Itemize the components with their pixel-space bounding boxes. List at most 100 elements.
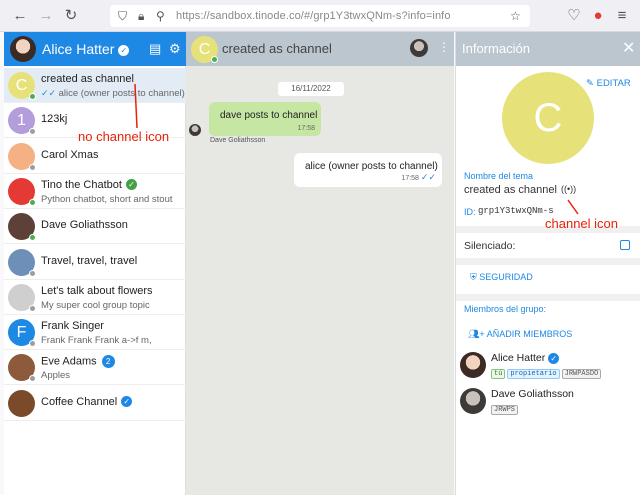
message-bubble[interactable]: alice (owner posts to channel) 17:58 ✓✓ <box>294 153 442 187</box>
muted-label: Silenciado: <box>464 240 516 252</box>
member-row[interactable]: Dave Goliathsson JRWPS <box>456 388 640 420</box>
avatar[interactable] <box>10 36 36 62</box>
permissions-icon[interactable]: ⚲ <box>156 9 165 23</box>
forward-icon[interactable]: → <box>38 8 54 24</box>
status-dot <box>29 375 36 383</box>
status-dot <box>29 269 36 277</box>
shield-icon[interactable]: ⛉ <box>118 9 127 24</box>
message-text: alice (owner posts to channel) <box>305 161 438 172</box>
contact-title: Dave Goliathsson <box>41 219 128 232</box>
chat-header: C created as channel ⋮ <box>186 32 454 66</box>
tag-permissions: JRWPASDO <box>561 369 602 379</box>
back-icon[interactable]: ← <box>12 8 28 24</box>
contact-item[interactable]: Tino the Chatbot ✓ Python chatbot, short a… <box>4 174 186 209</box>
member-tags: tú propietario JRWPASDO <box>491 366 603 379</box>
verified-icon: ✓ <box>548 352 560 364</box>
author-avatar <box>189 124 201 136</box>
contact-title: Tino the Chatbot ✓ <box>41 179 137 191</box>
gear-icon[interactable]: ⚙ <box>169 41 181 57</box>
contact-item[interactable]: Travel, travel, travel <box>4 245 186 280</box>
info-title: Información <box>462 41 530 56</box>
topic-name-label: Nombre del tema <box>464 171 534 181</box>
divider <box>456 258 640 265</box>
avatar <box>460 388 486 414</box>
contact-item[interactable]: Eve Adams 2 Apples <box>4 350 186 386</box>
browser-toolbar: ← → ↻ ⛉ 🔒︎ ⚲ https://sandbox.tinode.co/#… <box>0 0 640 32</box>
contact-item[interactable]: Ccreated as channel ✓✓ alice (owner posts… <box>4 68 186 103</box>
contact-title: Frank Singer <box>41 320 104 333</box>
verified-icon: ✓ <box>118 44 130 56</box>
message-text: dave posts to channel <box>220 110 318 121</box>
contact-subtitle: Frank Frank Frank a->f m, <box>41 335 152 347</box>
members-label: Miembros del grupo: <box>464 304 547 314</box>
online-status-dot <box>211 56 218 63</box>
contact-item[interactable]: Coffee Channel ✓ <box>4 386 186 421</box>
verified-icon: ✓ <box>125 179 137 191</box>
message-bubble[interactable]: dave posts to channel 17:58 <box>209 102 321 136</box>
address-bar[interactable]: ⛉ 🔒︎ ⚲ https://sandbox.tinode.co/#/grp1Y… <box>110 5 530 27</box>
bookmark-star-icon[interactable]: ☆ <box>510 9 521 23</box>
avatar <box>8 389 35 417</box>
info-header: Información ✕ <box>456 32 640 66</box>
status-dot <box>29 198 36 206</box>
status-dot <box>29 93 36 100</box>
annotation-channel-icon: channel icon <box>545 216 618 231</box>
muted-checkbox[interactable] <box>620 240 630 250</box>
sidebar-header: Alice Hatter ✓ ▤ ⚙ <box>4 32 186 66</box>
contact-subtitle: Python chatbot, short and stout <box>41 193 173 205</box>
status-dot <box>29 234 36 242</box>
peer-avatar[interactable] <box>410 39 428 57</box>
topic-id: grp1Y3twxQNm-s <box>478 206 554 216</box>
contact-title: Coffee Channel ✓ <box>41 396 133 408</box>
chat-title[interactable]: created as channel <box>222 41 332 56</box>
contact-title: 123kj <box>41 113 68 126</box>
member-name: Alice Hatter ✓ <box>491 352 560 364</box>
contact-subtitle: My super cool group topic <box>41 299 150 311</box>
edit-button[interactable]: ✎ EDITAR <box>586 78 631 89</box>
message-time: 17:58 <box>297 125 315 132</box>
unread-badge: 2 <box>101 355 115 369</box>
security-button[interactable]: ⛨ SEGURIDAD <box>470 272 533 283</box>
tag-you: tú <box>491 369 506 379</box>
member-name: Dave Goliathsson <box>491 388 574 400</box>
annotation-no-channel-icon: no channel icon <box>78 129 170 144</box>
new-chat-icon[interactable]: ▤ <box>149 41 161 57</box>
url-text[interactable]: https://sandbox.tinode.co/#/grp1Y3twxQNm… <box>176 10 451 22</box>
contact-title: Travel, travel, travel <box>41 254 138 267</box>
channel-icon: ((•)) <box>561 184 577 194</box>
tag-owner: propietario <box>507 369 560 379</box>
contact-item[interactable]: Let's talk about flowers My super cool gr… <box>4 280 186 315</box>
date-separator: 16/11/2022 <box>278 82 344 96</box>
info-panel: Información ✕ ✎ EDITAR C Nombre del tema… <box>455 32 640 495</box>
close-icon[interactable]: ✕ <box>622 38 635 58</box>
reload-icon[interactable]: ↻ <box>63 8 79 24</box>
user-name: Alice Hatter ✓ <box>42 41 130 57</box>
message-time: 17:58 ✓✓ <box>401 172 436 182</box>
member-tags: JRWPS <box>491 402 520 415</box>
status-dot <box>29 340 36 348</box>
avatar <box>460 352 486 378</box>
add-members-button[interactable]: 👥︎+ AÑADIR MIEMBROS <box>468 329 572 340</box>
contact-subtitle: ✓✓ alice (owner posts to channel) <box>41 88 185 99</box>
read-receipt-icon: ✓✓ <box>420 172 436 182</box>
member-row[interactable]: Alice Hatter ✓ tú propietario JRWPASDO <box>456 352 640 384</box>
chat-panel: C created as channel ⋮ 16/11/2022 dave p… <box>186 32 454 495</box>
contact-title: Carol Xmas <box>41 148 99 161</box>
topic-name: created as channel <box>464 184 557 196</box>
status-dot <box>29 128 36 136</box>
topic-avatar-large: C <box>502 72 594 164</box>
contacts-sidebar: Alice Hatter ✓ ▤ ⚙ Ccreated as channel ✓✓… <box>4 32 186 495</box>
contact-subtitle: Apples <box>41 370 71 382</box>
contact-title: Eve Adams 2 <box>41 355 115 369</box>
menu-icon[interactable]: ≡ <box>614 8 630 24</box>
contact-item[interactable]: F Frank Singer Frank Frank Frank a->f m, <box>4 315 186 351</box>
status-dot <box>29 163 36 171</box>
more-vert-icon[interactable]: ⋮ <box>438 40 450 54</box>
read-receipt-icon: ✓✓ <box>41 88 59 98</box>
lock-icon[interactable]: 🔒︎ <box>138 9 144 24</box>
pocket-icon[interactable]: ♡ <box>566 8 582 24</box>
contact-title: created as channel <box>41 73 134 85</box>
extension-icon[interactable]: ● <box>590 8 606 24</box>
divider <box>456 294 640 301</box>
contact-item[interactable]: Dave Goliathsson <box>4 209 186 245</box>
